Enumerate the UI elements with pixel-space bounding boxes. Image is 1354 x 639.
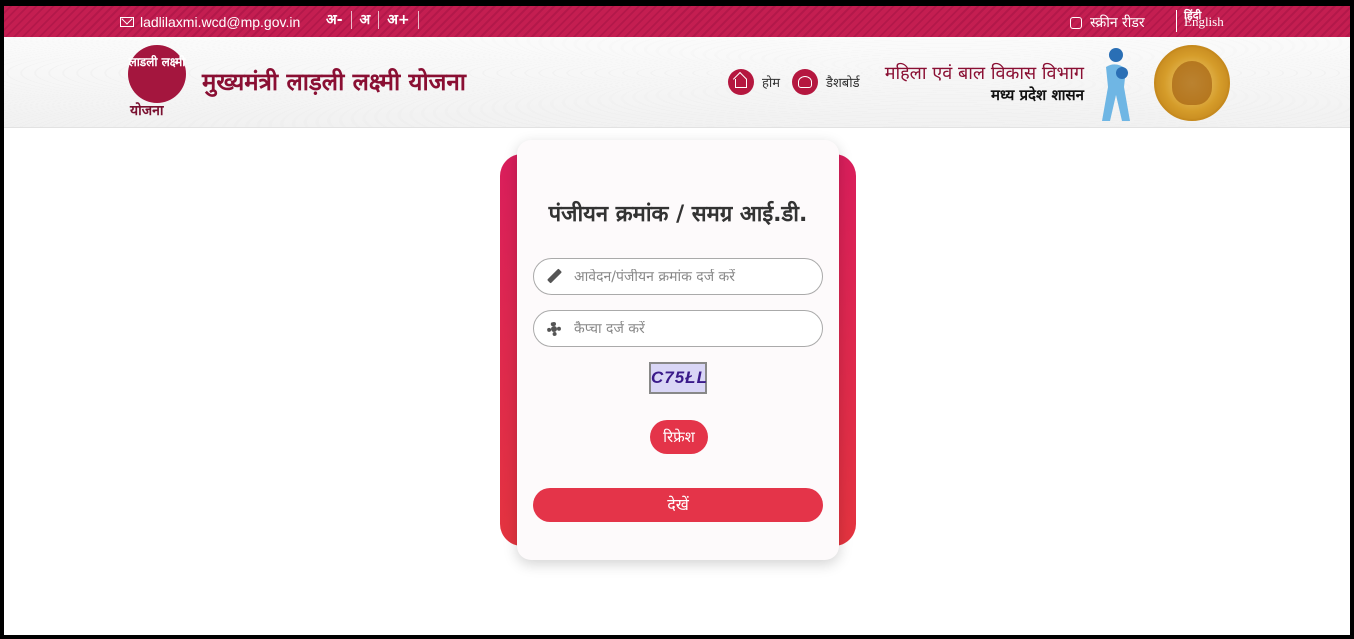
nav-dashboard-label: डैशबोर्ड — [826, 76, 860, 91]
font-increase-button[interactable]: अ+ — [379, 11, 419, 29]
emblem-center — [1172, 61, 1212, 105]
form-title: पंजीयन क्रमांक / समग्र आई.डी. — [548, 202, 808, 227]
refresh-captcha-button[interactable]: रिफ्रेश — [650, 420, 708, 454]
mp-government-emblem — [1154, 45, 1230, 121]
page-frame: ladlilaxmi.wcd@mp.gov.in अ- अ अ+ स्क्रीन… — [4, 6, 1350, 635]
header: लाडली लक्ष्मी योजना मुख्यमंत्री लाड़ली ल… — [4, 37, 1350, 128]
captcha-field[interactable] — [533, 310, 823, 347]
government-name: मध्य प्रदेश शासन — [990, 86, 1084, 104]
screen-reader-link[interactable]: स्क्रीन रीडर — [1070, 13, 1145, 32]
site-title: मुख्यमंत्री लाड़ली लक्ष्मी योजना — [202, 68, 467, 96]
screen-reader-label: स्क्रीन रीडर — [1090, 15, 1145, 31]
pencil-icon — [546, 269, 562, 285]
registration-input[interactable] — [574, 268, 814, 285]
nav-home[interactable]: होम — [728, 69, 780, 95]
gear-icon — [546, 321, 562, 337]
home-icon — [728, 69, 754, 95]
topbar-divider — [1176, 10, 1177, 32]
font-size-controls: अ- अ अ+ — [318, 11, 419, 29]
top-bar: ladlilaxmi.wcd@mp.gov.in अ- अ अ+ स्क्रीन… — [4, 6, 1350, 37]
captcha-image: C75ŁL — [649, 362, 707, 394]
search-card: पंजीयन क्रमांक / समग्र आई.डी. C75ŁL रिफ्… — [517, 140, 839, 560]
registration-field[interactable] — [533, 258, 823, 295]
email-text: ladlilaxmi.wcd@mp.gov.in — [140, 14, 301, 30]
email-link[interactable]: ladlilaxmi.wcd@mp.gov.in — [120, 14, 300, 30]
mother-child-icon — [1102, 48, 1130, 121]
department-name: महिला एवं बाल विकास विभाग मध्य प्रदेश शा… — [864, 61, 1084, 105]
ladli-laxmi-logo[interactable]: लाडली लक्ष्मी योजना — [126, 43, 190, 123]
nav-home-label: होम — [762, 76, 781, 91]
language-toggle[interactable]: English — [1184, 14, 1224, 30]
logo-subtext: योजना — [130, 103, 164, 119]
dashboard-icon — [792, 69, 818, 95]
logo-badge: लाडली लक्ष्मी — [128, 45, 186, 103]
captcha-input[interactable] — [574, 320, 814, 337]
mail-icon — [120, 17, 134, 27]
font-normal-button[interactable]: अ — [352, 11, 380, 29]
font-decrease-button[interactable]: अ- — [318, 11, 352, 29]
nav-dashboard[interactable]: डैशबोर्ड — [792, 69, 860, 95]
view-button[interactable]: देखें — [533, 488, 823, 522]
department-title: महिला एवं बाल विकास विभाग — [884, 63, 1084, 84]
screen-reader-icon — [1070, 16, 1082, 29]
